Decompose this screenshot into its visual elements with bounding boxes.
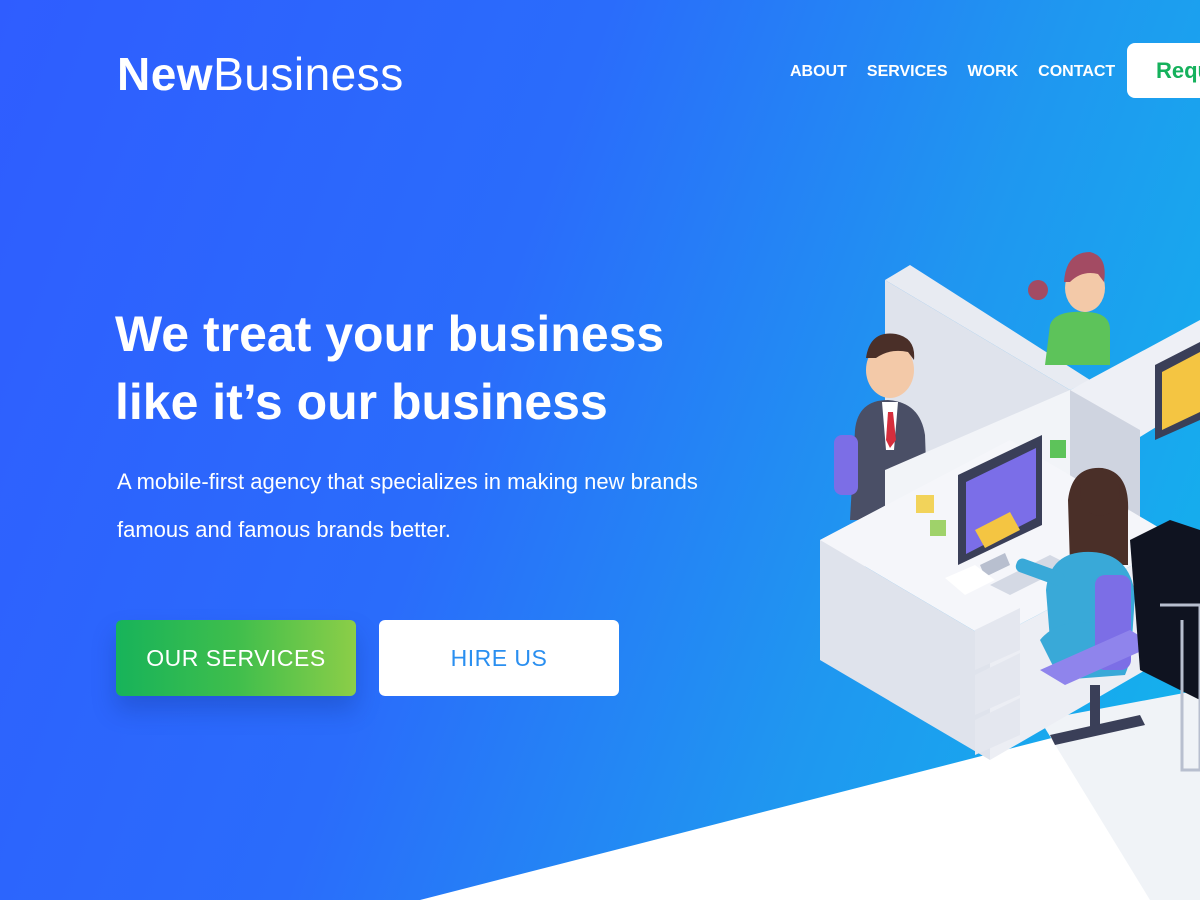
subtext-line-1: A mobile-first agency that specializes i…	[117, 469, 698, 494]
our-services-button[interactable]: OUR SERVICES	[116, 620, 356, 696]
headline-line-2: like it’s our business	[115, 374, 608, 430]
brand-logo-light: Business	[213, 48, 404, 100]
nav-item-about[interactable]: ABOUT	[790, 62, 847, 82]
subtext-line-2: famous and famous brands better.	[117, 517, 451, 542]
brand-logo-bold: New	[117, 48, 214, 100]
headline-line-1: We treat your business	[115, 306, 665, 362]
hero-headline: We treat your business like it’s our bus…	[115, 300, 755, 436]
hero-section: NewBusiness ABOUT SERVICES WORK CONTACT …	[0, 0, 1200, 900]
nav-item-contact[interactable]: CONTACT	[1038, 62, 1115, 82]
nav-item-work[interactable]: WORK	[968, 62, 1019, 82]
office-cubicle-illustration-icon	[820, 252, 1200, 772]
main-nav: ABOUT SERVICES WORK CONTACT	[790, 62, 1135, 82]
request-button[interactable]: Request	[1127, 43, 1200, 98]
hero-subtext: A mobile-first agency that specializes i…	[117, 458, 797, 554]
hire-us-button[interactable]: HIRE US	[379, 620, 619, 696]
brand-logo[interactable]: NewBusiness	[117, 46, 404, 102]
nav-item-services[interactable]: SERVICES	[867, 62, 948, 82]
